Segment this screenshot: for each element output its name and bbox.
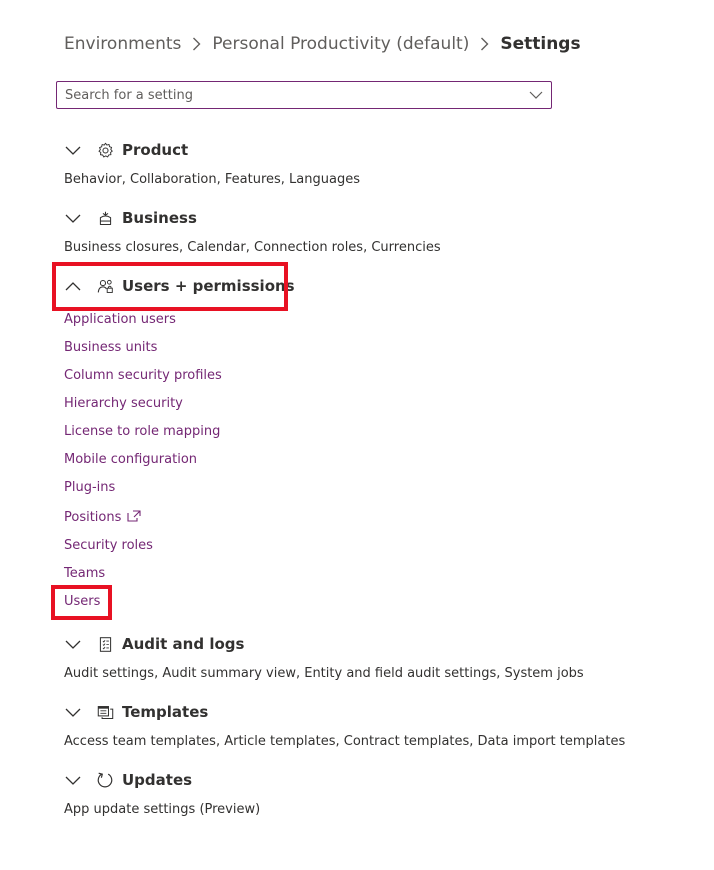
templates-icon [96, 703, 114, 721]
link-label: Positions [64, 510, 122, 525]
chevron-down-icon[interactable] [521, 82, 551, 108]
section-summary: Audit settings, Audit summary view, Enti… [64, 666, 584, 681]
link-teams[interactable]: Teams [64, 566, 105, 581]
section-audit-header[interactable]: Audit and logs [64, 633, 244, 655]
breadcrumb: Environments Personal Productivity (defa… [64, 33, 581, 55]
section-summary: Behavior, Collaboration, Features, Langu… [64, 172, 360, 187]
chevron-down-icon[interactable] [64, 771, 82, 789]
business-icon [96, 209, 114, 227]
chevron-down-icon[interactable] [64, 703, 82, 721]
search-input[interactable] [57, 82, 521, 108]
section-title: Audit and logs [122, 635, 245, 653]
highlight-box-section [52, 262, 288, 311]
breadcrumb-environments[interactable]: Environments [64, 34, 181, 54]
link-mobile-configuration[interactable]: Mobile configuration [64, 452, 197, 467]
section-summary: Business closures, Calendar, Connection … [64, 240, 441, 255]
link-hierarchy-security[interactable]: Hierarchy security [64, 396, 183, 411]
link-positions[interactable]: Positions [64, 510, 141, 526]
link-business-units[interactable]: Business units [64, 340, 157, 355]
refresh-icon [96, 771, 114, 789]
external-link-icon [127, 510, 141, 526]
chevron-down-icon[interactable] [64, 209, 82, 227]
chevron-right-icon [192, 37, 201, 51]
breadcrumb-environment-name[interactable]: Personal Productivity (default) [212, 34, 469, 54]
section-title: Updates [122, 771, 193, 789]
section-product-header[interactable]: Product [64, 139, 188, 161]
section-summary: Access team templates, Article templates… [64, 734, 626, 749]
link-plug-ins[interactable]: Plug-ins [64, 480, 115, 495]
chevron-right-icon [480, 37, 489, 51]
section-title: Product [122, 141, 189, 159]
section-title: Templates [122, 703, 209, 721]
link-security-roles[interactable]: Security roles [64, 538, 153, 553]
section-summary: App update settings (Preview) [64, 802, 261, 817]
chevron-down-icon[interactable] [64, 141, 82, 159]
chevron-down-icon[interactable] [64, 635, 82, 653]
link-column-security-profiles[interactable]: Column security profiles [64, 368, 222, 383]
highlight-box-users [51, 585, 112, 620]
section-templates-header[interactable]: Templates [64, 701, 208, 723]
section-title: Business [122, 209, 197, 227]
audit-log-icon [96, 635, 114, 653]
search-setting-combobox[interactable] [56, 81, 552, 109]
link-license-to-role-mapping[interactable]: License to role mapping [64, 424, 220, 439]
gear-icon [96, 141, 114, 159]
section-updates-header[interactable]: Updates [64, 769, 192, 791]
breadcrumb-current: Settings [500, 34, 581, 54]
link-application-users[interactable]: Application users [64, 312, 176, 327]
section-business-header[interactable]: Business [64, 207, 197, 229]
